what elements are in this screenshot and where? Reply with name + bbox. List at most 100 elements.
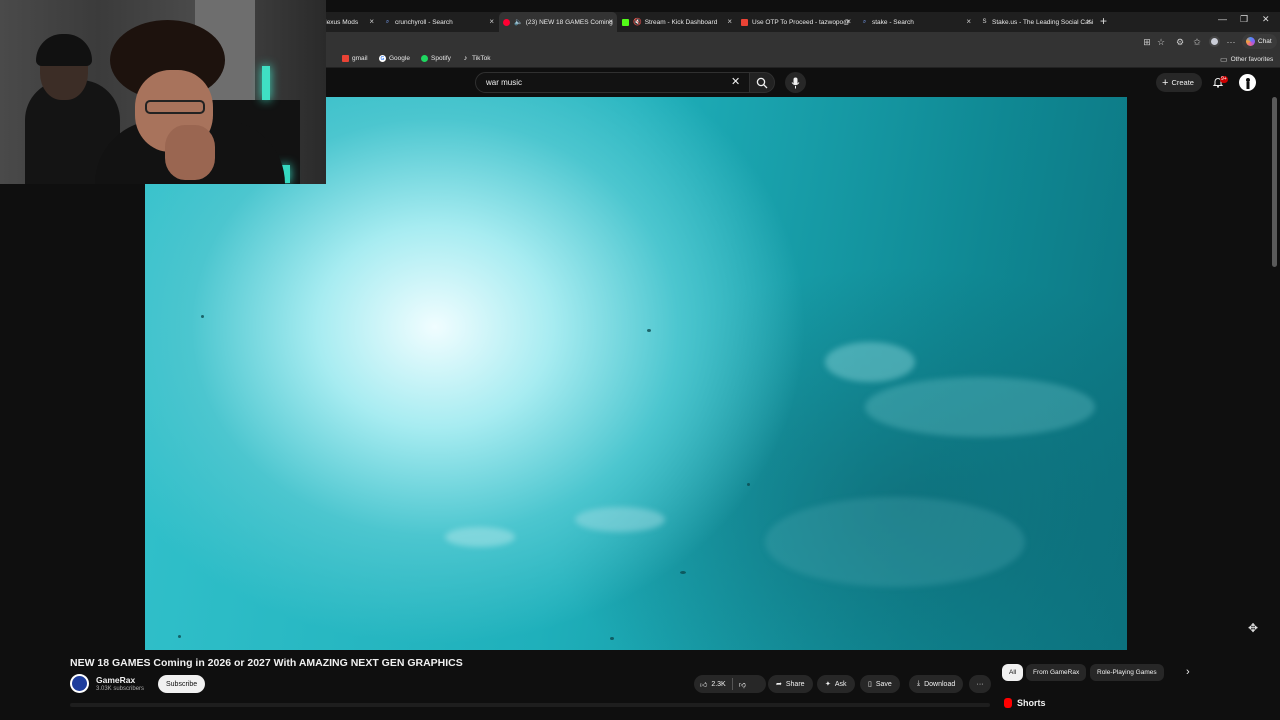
- webcam-overlay: [0, 0, 326, 184]
- streamer-glasses: [145, 100, 205, 114]
- particle: [201, 315, 204, 318]
- bookmark-label: gmail: [352, 55, 368, 62]
- share-icon: ➦: [776, 681, 782, 688]
- like-dislike-group: 👍︎ 2.3K 👎︎: [694, 675, 766, 693]
- tab-youtube-video[interactable]: 🔈 (23) NEW 18 GAMES Coming ×: [499, 12, 617, 32]
- bookmark-label: Google: [389, 55, 410, 62]
- chat-label: Chat: [1258, 38, 1272, 45]
- video-title: NEW 18 GAMES Coming in 2026 or 2027 With…: [70, 657, 463, 669]
- description-box[interactable]: [70, 703, 990, 707]
- download-label: Download: [924, 680, 956, 688]
- google-icon: G: [379, 55, 386, 62]
- tab-stake-us[interactable]: S Stake.us - The Leading Social Casi ×: [977, 12, 1095, 32]
- tab-title: Stake.us - The Leading Social Casi: [992, 18, 1094, 26]
- search-query: war music: [486, 78, 523, 87]
- new-tab-button[interactable]: +: [1100, 14, 1107, 28]
- tab-kick-dashboard[interactable]: 🔇 Stream - Kick Dashboard ×: [618, 12, 736, 32]
- tab-gmail-otp[interactable]: Use OTP To Proceed - tazwopo@ ×: [737, 12, 855, 32]
- bookmark-label: TikTok: [472, 55, 491, 62]
- other-favorites-folder[interactable]: ▭ Other favorites: [1220, 55, 1273, 64]
- particle: [747, 483, 750, 486]
- particle: [680, 571, 686, 574]
- channel-avatar[interactable]: [70, 674, 89, 693]
- restore-icon[interactable]: ❐: [1240, 14, 1248, 25]
- more-options-icon[interactable]: ···: [1225, 36, 1237, 48]
- clear-search-icon[interactable]: ✕: [731, 75, 740, 88]
- favorites-icon[interactable]: ✩: [1191, 36, 1203, 48]
- muted-speaker-icon[interactable]: 🔇: [633, 18, 642, 26]
- share-label: Share: [785, 680, 805, 688]
- streamer-hand: [165, 125, 215, 180]
- close-tab-icon[interactable]: ×: [727, 17, 732, 26]
- like-button[interactable]: 👍︎ 2.3K: [700, 680, 726, 689]
- more-actions-button[interactable]: ···: [969, 675, 991, 693]
- particle: [610, 637, 614, 640]
- close-tab-icon[interactable]: ×: [489, 17, 494, 26]
- thumbs-down-icon: 👎︎: [738, 681, 746, 689]
- browser-profile-avatar[interactable]: [1209, 36, 1220, 47]
- notification-badge: 9+: [1220, 76, 1228, 83]
- voice-search-button[interactable]: [785, 72, 806, 93]
- dislike-button[interactable]: 👎︎: [739, 680, 746, 689]
- chevron-right-icon[interactable]: ›: [1186, 666, 1190, 678]
- search-button[interactable]: [749, 72, 775, 93]
- extensions-icon[interactable]: ⚙: [1174, 36, 1186, 48]
- particle: [647, 329, 651, 332]
- led-light: [262, 66, 270, 100]
- favorite-star-icon[interactable]: ☆: [1155, 36, 1167, 48]
- foam-patch: [575, 507, 665, 532]
- chip-all[interactable]: All: [1002, 664, 1024, 681]
- save-button[interactable]: ▯ Save: [860, 675, 900, 693]
- close-tab-icon[interactable]: ×: [1086, 17, 1091, 26]
- app-grid-icon[interactable]: ⊞: [1141, 36, 1153, 48]
- account-avatar[interactable]: [1239, 74, 1256, 91]
- speaker-icon[interactable]: 🔈: [514, 18, 523, 26]
- minimize-icon[interactable]: —: [1218, 14, 1227, 24]
- close-tab-icon[interactable]: ×: [966, 17, 971, 26]
- sparkle-icon: ✦: [825, 681, 831, 688]
- create-button[interactable]: + Create: [1156, 73, 1202, 92]
- ask-button[interactable]: ✦ Ask: [817, 675, 855, 693]
- tab-stake-search[interactable]: ⌕ stake - Search ×: [857, 12, 975, 32]
- tab-title: (23) NEW 18 GAMES Coming: [525, 18, 613, 26]
- search-icon: [756, 77, 768, 88]
- chip-from-channel[interactable]: From GameRax: [1026, 664, 1087, 681]
- chip-role-playing-games[interactable]: Role-Playing Games: [1090, 664, 1164, 681]
- bookmark-gmail[interactable]: gmail: [342, 55, 368, 62]
- search-icon: ⌕: [862, 18, 867, 25]
- download-button[interactable]: ⤓ Download: [909, 675, 964, 693]
- tab-nexus-mods[interactable]: Nexus Mods ×: [318, 12, 378, 32]
- bookmark-label: Spotify: [431, 55, 451, 62]
- save-label: Save: [875, 680, 892, 688]
- tab-title: Nexus Mods: [322, 18, 359, 26]
- foam-patch: [865, 377, 1095, 437]
- close-tab-icon[interactable]: ×: [369, 17, 374, 26]
- stake-icon: S: [982, 19, 987, 25]
- tiktok-icon: ♪: [463, 55, 468, 62]
- close-tab-icon[interactable]: ×: [846, 17, 851, 26]
- tab-crunchyroll-search[interactable]: ⌕ crunchyroll - Search ×: [380, 12, 498, 32]
- subscriber-count: 3.03K subscribers: [96, 686, 145, 692]
- copilot-chat-button[interactable]: Chat: [1242, 34, 1277, 49]
- bookmark-icon: ▯: [868, 681, 872, 688]
- bookmark-google[interactable]: G Google: [379, 55, 410, 62]
- more-horizontal-icon: ···: [976, 680, 984, 688]
- close-tab-icon[interactable]: ×: [608, 17, 613, 26]
- plus-icon: +: [1162, 76, 1169, 89]
- bookmark-tiktok[interactable]: ♪ TikTok: [462, 55, 491, 62]
- tab-title: crunchyroll - Search: [395, 18, 453, 26]
- foam-patch: [825, 342, 915, 382]
- share-button[interactable]: ➦ Share: [768, 675, 813, 693]
- close-window-icon[interactable]: ✕: [1262, 14, 1270, 25]
- tab-title: Stream - Kick Dashboard: [644, 18, 718, 26]
- foam-patch: [445, 527, 515, 547]
- bookmark-spotify[interactable]: Spotify: [421, 55, 451, 62]
- thumbs-up-icon: 👍︎: [700, 681, 708, 689]
- avatar-silhouette-icon: [1245, 77, 1250, 89]
- channel-name[interactable]: GameRax: [96, 675, 135, 685]
- spotify-icon: [421, 55, 428, 62]
- subscribe-button[interactable]: Subscribe: [158, 675, 206, 693]
- page-scrollbar[interactable]: [1272, 97, 1277, 267]
- gamepad-icon[interactable]: ✥: [1248, 621, 1258, 635]
- shorts-section-header: Shorts: [1004, 698, 1046, 708]
